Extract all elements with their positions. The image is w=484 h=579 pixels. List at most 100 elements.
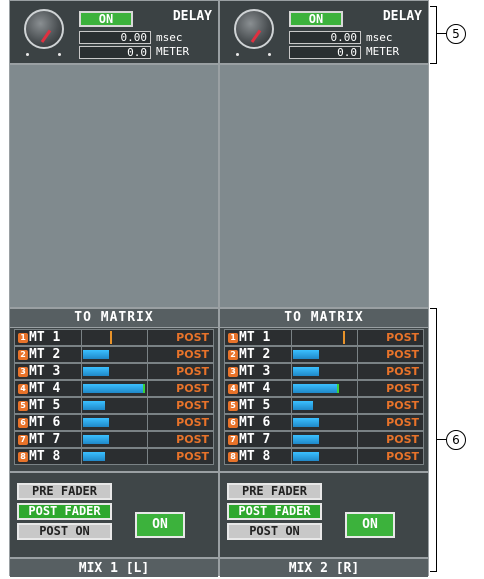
- matrix-row[interactable]: 5 MT 5 POST: [224, 397, 424, 414]
- send-point[interactable]: POST: [176, 347, 209, 362]
- send-point[interactable]: POST: [386, 449, 419, 464]
- row-number-badge: 5: [228, 401, 238, 411]
- send-point[interactable]: POST: [176, 398, 209, 413]
- send-point[interactable]: POST: [386, 398, 419, 413]
- matrix-title: TO MATRIX: [10, 309, 218, 328]
- row-label: MT 5: [239, 398, 271, 413]
- delay-knob[interactable]: [24, 9, 64, 49]
- matrix-row[interactable]: 7 MT 7 POST: [14, 431, 214, 448]
- callout-bracket: [430, 308, 437, 572]
- level-bar: [83, 452, 105, 461]
- row-number-badge: 8: [228, 452, 238, 462]
- row-number-badge: 2: [228, 350, 238, 360]
- level-bar: [293, 367, 319, 376]
- matrix-row[interactable]: 4 MT 4 POST: [14, 380, 214, 397]
- knob-pointer: [250, 29, 262, 43]
- empty-area: [220, 65, 428, 307]
- matrix-row[interactable]: 3 MT 3 POST: [14, 363, 214, 380]
- send-point[interactable]: POST: [176, 330, 209, 345]
- to-matrix-section: TO MATRIX 1 MT 1 POST 2 MT 2 POST 3 MT 3 POST …: [220, 307, 428, 577]
- matrix-row[interactable]: 1 MT 1 POST: [224, 329, 424, 346]
- matrix-rows: 1 MT 1 POST 2 MT 2 POST 3 MT 3 POST 4 MT 4 POST …: [14, 329, 214, 465]
- row-label: MT 2: [239, 347, 271, 362]
- matrix-on-button[interactable]: ON: [345, 512, 395, 538]
- matrix-row[interactable]: 7 MT 7 POST: [224, 431, 424, 448]
- send-point[interactable]: POST: [176, 381, 209, 396]
- send-point[interactable]: POST: [386, 432, 419, 447]
- row-label: MT 3: [29, 364, 61, 379]
- knob-pointer: [40, 29, 52, 43]
- pre-fader-button[interactable]: PRE FADER: [17, 483, 112, 500]
- callout-number: 5: [446, 24, 466, 44]
- level-bar: [293, 452, 319, 461]
- row-label: MT 7: [29, 432, 61, 447]
- level-bar: [293, 350, 319, 359]
- level-bar: [83, 367, 109, 376]
- level-bar: [83, 350, 109, 359]
- row-number-badge: 1: [18, 333, 28, 343]
- divider: [220, 471, 428, 473]
- row-number-badge: 7: [18, 435, 28, 445]
- post-fader-button[interactable]: POST FADER: [17, 503, 112, 520]
- delay-meter-field[interactable]: 0.0: [289, 46, 361, 59]
- matrix-rows: 1 MT 1 POST 2 MT 2 POST 3 MT 3 POST 4 MT 4 POST …: [224, 329, 424, 465]
- to-matrix-section: TO MATRIX 1 MT 1 POST 2 MT 2 POST 3 MT 3 POST …: [10, 307, 218, 577]
- callout-number: 6: [446, 430, 466, 450]
- msec-unit: msec: [366, 31, 393, 44]
- row-label: MT 2: [29, 347, 61, 362]
- matrix-row[interactable]: 4 MT 4 POST: [224, 380, 424, 397]
- post-on-button[interactable]: POST ON: [17, 523, 112, 540]
- matrix-row[interactable]: 5 MT 5 POST: [14, 397, 214, 414]
- delay-section: ON DELAY 0.00 msec 0.0 METER: [10, 1, 218, 65]
- level-bar: [110, 331, 112, 344]
- send-point[interactable]: POST: [386, 415, 419, 430]
- matrix-row[interactable]: 2 MT 2 POST: [224, 346, 424, 363]
- row-number-badge: 6: [18, 418, 28, 428]
- matrix-row[interactable]: 6 MT 6 POST: [224, 414, 424, 431]
- matrix-title: TO MATRIX: [220, 309, 428, 328]
- delay-on-button[interactable]: ON: [289, 11, 343, 27]
- pre-fader-button[interactable]: PRE FADER: [227, 483, 322, 500]
- send-point[interactable]: POST: [386, 364, 419, 379]
- send-point[interactable]: POST: [386, 347, 419, 362]
- empty-area: [10, 65, 218, 307]
- matrix-row[interactable]: 1 MT 1 POST: [14, 329, 214, 346]
- delay-msec-field[interactable]: 0.00: [79, 31, 151, 44]
- row-label: MT 7: [239, 432, 271, 447]
- delay-meter-field[interactable]: 0.0: [79, 46, 151, 59]
- row-number-badge: 2: [18, 350, 28, 360]
- matrix-on-button[interactable]: ON: [135, 512, 185, 538]
- send-point[interactable]: POST: [176, 449, 209, 464]
- matrix-row[interactable]: 8 MT 8 POST: [14, 448, 214, 465]
- channel-panel-mix-2: ON DELAY 0.00 msec 0.0 METER TO MATRIX 1…: [219, 0, 429, 577]
- delay-title: DELAY: [172, 9, 212, 24]
- row-number-badge: 4: [228, 384, 238, 394]
- matrix-row[interactable]: 2 MT 2 POST: [14, 346, 214, 363]
- send-point[interactable]: POST: [176, 364, 209, 379]
- send-point[interactable]: POST: [386, 381, 419, 396]
- send-point[interactable]: POST: [176, 432, 209, 447]
- meter-unit: METER: [156, 45, 190, 58]
- matrix-row[interactable]: 3 MT 3 POST: [224, 363, 424, 380]
- delay-section: ON DELAY 0.00 msec 0.0 METER: [220, 1, 428, 65]
- msec-unit: msec: [156, 31, 183, 44]
- level-bar: [293, 401, 313, 410]
- delay-on-button[interactable]: ON: [79, 11, 133, 27]
- matrix-row[interactable]: 6 MT 6 POST: [14, 414, 214, 431]
- level-bar: [293, 418, 319, 427]
- level-bar: [83, 401, 105, 410]
- row-label: MT 8: [239, 449, 271, 464]
- post-fader-button[interactable]: POST FADER: [227, 503, 322, 520]
- level-bar: [83, 384, 145, 393]
- row-label: MT 8: [29, 449, 61, 464]
- level-bar: [83, 418, 109, 427]
- matrix-row[interactable]: 8 MT 8 POST: [224, 448, 424, 465]
- level-bar: [293, 384, 339, 393]
- row-label: MT 6: [29, 415, 61, 430]
- delay-msec-field[interactable]: 0.00: [289, 31, 361, 44]
- send-point[interactable]: POST: [386, 330, 419, 345]
- send-point[interactable]: POST: [176, 415, 209, 430]
- delay-knob[interactable]: [234, 9, 274, 49]
- post-on-button[interactable]: POST ON: [227, 523, 322, 540]
- knob-scale: [24, 53, 64, 59]
